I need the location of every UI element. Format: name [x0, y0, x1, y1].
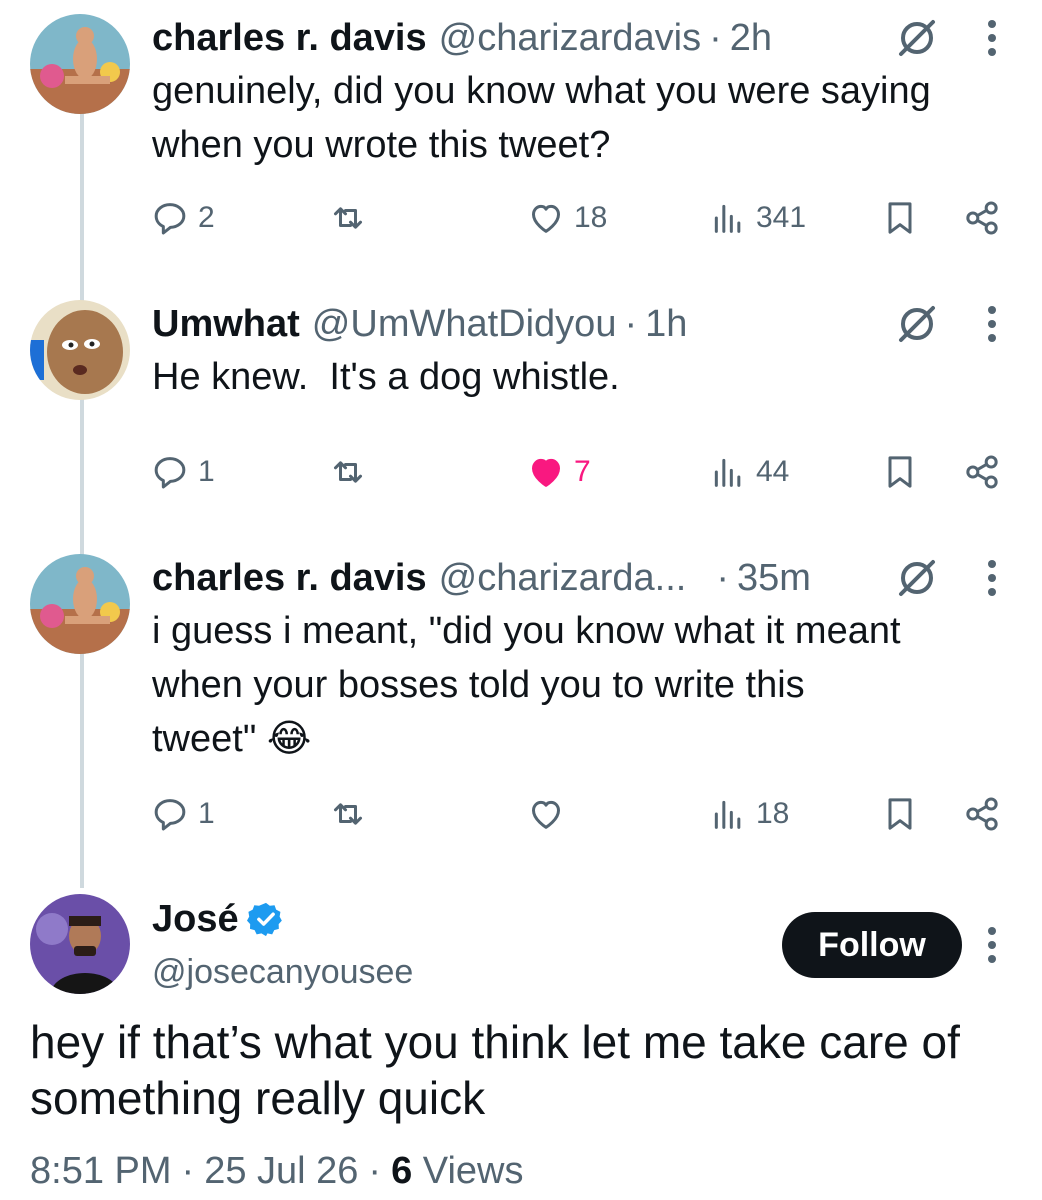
- heart-icon: [532, 204, 560, 233]
- bookmark-icon: [888, 798, 912, 830]
- views-icon: [714, 800, 741, 829]
- tweet-date[interactable]: 25 Jul 26: [204, 1150, 358, 1192]
- tweet-time[interactable]: 8:51 PM: [30, 1150, 172, 1192]
- repost-icon: [334, 461, 362, 483]
- reply-button[interactable]: 2: [150, 194, 215, 242]
- reply-count: 2: [198, 201, 215, 234]
- grok-icon[interactable]: [893, 300, 941, 348]
- tweet-text-line: when your bosses told you to write this: [152, 664, 805, 706]
- heart-icon: [532, 800, 560, 829]
- reply-icon: [154, 799, 186, 831]
- tweet-time[interactable]: 2h: [730, 17, 772, 60]
- repost-button[interactable]: [328, 448, 368, 496]
- bookmark-icon: [888, 456, 912, 488]
- share-icon: [966, 201, 998, 235]
- author-name[interactable]: José: [152, 898, 239, 941]
- tweet-text: i guess i meant, "did you know what it m…: [152, 604, 1022, 766]
- reply-icon: [154, 457, 186, 489]
- reply-count: 1: [198, 455, 215, 488]
- author-handle[interactable]: @josecanyousee: [152, 953, 413, 992]
- repost-icon: [334, 803, 362, 825]
- tweet-text-line: something really quick: [30, 1072, 486, 1124]
- tweet-text-line: i guess i meant, "did you know what it m…: [152, 610, 901, 652]
- share-icon: [966, 797, 998, 831]
- author-handle[interactable]: @charizarda...: [439, 557, 687, 600]
- author-name[interactable]: Umwhat: [152, 303, 300, 346]
- share-button[interactable]: [962, 790, 1002, 838]
- views-count: 44: [756, 455, 790, 488]
- share-button[interactable]: [962, 194, 1002, 242]
- heart-filled-icon: [532, 458, 560, 487]
- reply-button[interactable]: 1: [150, 448, 215, 496]
- tweet-header: charles r. davis @charizarda... · 35m: [152, 556, 811, 600]
- tweet-meta: 8:51 PM · 25 Jul 26 · 6 Views: [30, 1150, 523, 1193]
- like-button[interactable]: 18: [526, 194, 607, 242]
- more-icon[interactable]: [976, 554, 1008, 602]
- reply-count: 1: [198, 797, 215, 830]
- reply-button[interactable]: 1: [150, 790, 215, 838]
- views-count: 6: [391, 1150, 413, 1192]
- tweet-text-line: hey if that’s what you think let me take…: [30, 1016, 960, 1068]
- tweet-text: hey if that’s what you think let me take…: [30, 1014, 1020, 1126]
- grok-icon[interactable]: [893, 14, 941, 62]
- author-handle[interactable]: @charizardavis: [439, 17, 701, 60]
- bookmark-button[interactable]: [880, 448, 920, 496]
- author-name[interactable]: charles r. davis: [152, 557, 427, 600]
- separator-dot: ·: [716, 556, 729, 599]
- separator-dot: ·: [709, 16, 722, 59]
- share-icon: [966, 455, 998, 489]
- views-label: Views: [422, 1150, 524, 1192]
- more-icon[interactable]: [976, 921, 1008, 969]
- views-button[interactable]: 18: [708, 790, 789, 838]
- action-bar: 2 18 341: [150, 194, 1030, 242]
- verified-badge-icon[interactable]: [246, 900, 285, 938]
- repost-button[interactable]: [328, 790, 368, 838]
- tweet-text: genuinely, did you know what you were sa…: [152, 64, 1022, 172]
- avatar[interactable]: [30, 300, 130, 400]
- avatar[interactable]: [30, 894, 130, 994]
- bookmark-icon: [888, 202, 912, 234]
- share-button[interactable]: [962, 448, 1002, 496]
- separator-dot: ·: [181, 1150, 195, 1192]
- bookmark-button[interactable]: [880, 194, 920, 242]
- repost-icon: [334, 207, 362, 229]
- more-icon[interactable]: [976, 14, 1008, 62]
- repost-button[interactable]: [328, 194, 368, 242]
- author-name-row: José: [152, 896, 285, 942]
- grok-icon[interactable]: [893, 554, 941, 602]
- tweet-time[interactable]: 1h: [645, 303, 687, 346]
- tweet-text-line: genuinely, did you know what you were sa…: [152, 70, 931, 112]
- views-button[interactable]: 44: [708, 448, 789, 496]
- tweet-header: Umwhat @UmWhatDidyou · 1h: [152, 302, 687, 346]
- tweet-text-line: when you wrote this tweet?: [152, 124, 611, 166]
- views-icon: [714, 204, 741, 233]
- author-name[interactable]: charles r. davis: [152, 17, 427, 60]
- tweet-text-line: He knew. It's a dog whistle.: [152, 356, 620, 398]
- thread-connector-line: [80, 108, 84, 888]
- bookmark-button[interactable]: [880, 790, 920, 838]
- tweet-time[interactable]: 35m: [737, 557, 811, 600]
- action-bar: 1 7 44: [150, 448, 1030, 496]
- like-count: 18: [574, 201, 608, 234]
- tweet-text: He knew. It's a dog whistle.: [152, 350, 1022, 404]
- more-icon[interactable]: [976, 300, 1008, 348]
- tweet-header: charles r. davis @charizardavis · 2h: [152, 16, 772, 60]
- like-button[interactable]: [526, 790, 566, 838]
- follow-button[interactable]: Follow: [782, 912, 962, 978]
- like-button[interactable]: 7: [526, 448, 591, 496]
- views-count: 18: [756, 797, 790, 830]
- views-button[interactable]: 341: [708, 194, 806, 242]
- avatar[interactable]: [30, 14, 130, 114]
- action-bar: 1 18: [150, 790, 1030, 838]
- views-count: 341: [756, 201, 807, 234]
- like-count: 7: [574, 455, 591, 488]
- views-icon: [714, 458, 741, 487]
- tweet-text-line: tweet" 😂: [152, 718, 312, 760]
- author-handle[interactable]: @UmWhatDidyou: [312, 303, 617, 346]
- reply-icon: [154, 203, 186, 235]
- separator-dot: ·: [368, 1150, 382, 1192]
- separator-dot: ·: [624, 302, 638, 345]
- avatar[interactable]: [30, 554, 130, 654]
